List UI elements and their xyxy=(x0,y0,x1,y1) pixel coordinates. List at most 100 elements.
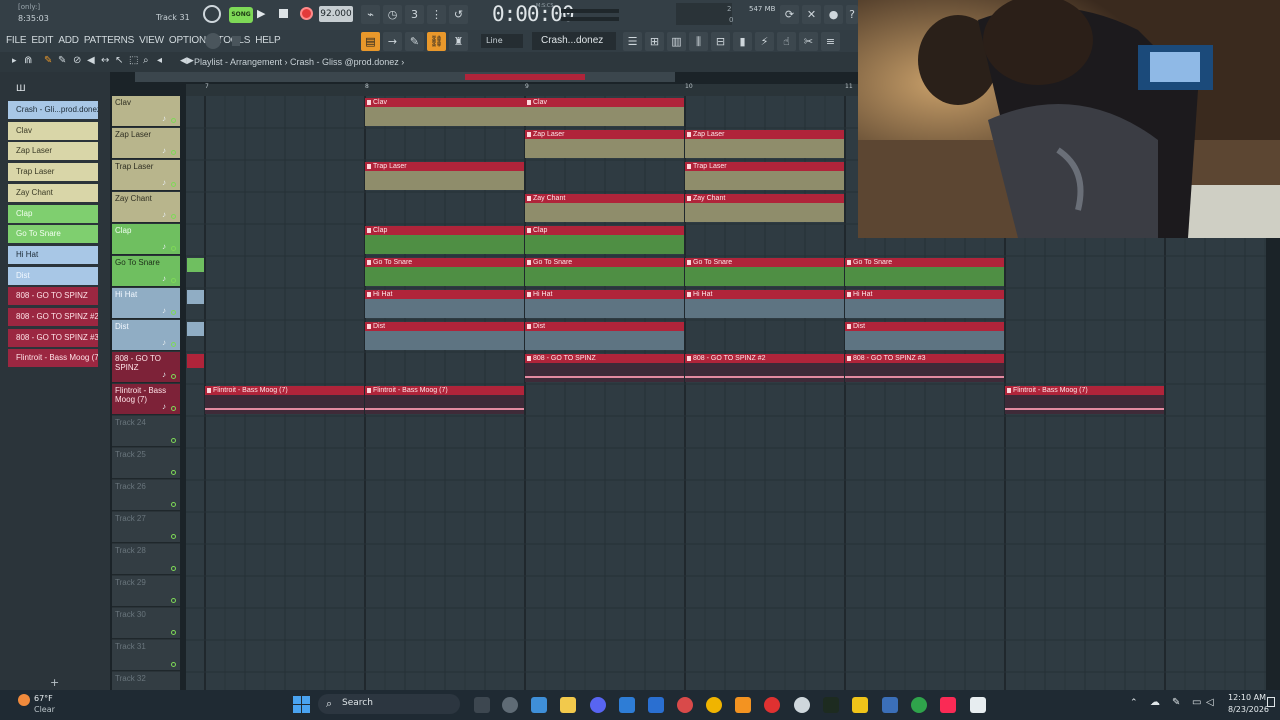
mail-icon[interactable] xyxy=(619,697,635,713)
picker-item[interactable]: 808 - GO TO SPINZ #2 xyxy=(8,308,98,326)
draw-tool-icon[interactable]: ✎ xyxy=(44,55,52,66)
pattern-clip[interactable]: Zay Chant xyxy=(525,194,684,222)
slice-tool-icon[interactable]: ↖ xyxy=(115,55,123,66)
file-explorer-icon[interactable] xyxy=(560,697,576,713)
pattern-clip[interactable]: 808 - GO TO SPINZ #2 xyxy=(685,354,844,382)
track-mute-icon[interactable] xyxy=(171,566,176,571)
playlist-icon[interactable]: ☰ xyxy=(623,32,642,51)
track-mute-icon[interactable] xyxy=(171,502,176,507)
picker-item[interactable]: Hi Hat xyxy=(8,245,98,264)
track-mute-icon[interactable] xyxy=(171,630,176,635)
calculator-icon[interactable] xyxy=(882,697,898,713)
track-header[interactable]: Go To Snare ♪ xyxy=(112,256,180,287)
track-mute-icon[interactable] xyxy=(171,246,176,251)
track-mute-icon[interactable] xyxy=(171,438,176,443)
overview-scrollbar[interactable] xyxy=(135,72,675,82)
tray-time[interactable]: 12:10 AM xyxy=(1228,693,1266,702)
pattern-clip[interactable]: Flintroit - Bass Moog (7) xyxy=(205,386,364,414)
track-header[interactable]: Trap Laser ♪ xyxy=(112,160,180,191)
mic-icon[interactable]: ● xyxy=(824,5,843,24)
add-pattern-icon[interactable]: + xyxy=(50,676,59,689)
pitch-knob-icon[interactable] xyxy=(232,36,240,46)
wait-icon[interactable]: ◷ xyxy=(383,5,402,24)
pattern-clip[interactable]: Clav xyxy=(525,98,684,126)
network-tray-icon[interactable]: ☁ xyxy=(1150,697,1160,708)
dist-stub-clip[interactable] xyxy=(187,322,204,336)
metronome-icon[interactable]: ⌁ xyxy=(361,5,380,24)
picker-item[interactable]: Zap Laser xyxy=(8,142,98,161)
picker-item[interactable]: Clav xyxy=(8,121,98,140)
track-header[interactable]: Hi Hat ♪ xyxy=(112,288,180,319)
pattern-clip[interactable]: Clap xyxy=(365,226,524,254)
menu-help[interactable]: HELP xyxy=(255,35,281,46)
picker-item[interactable]: Dist xyxy=(8,266,98,285)
track-mute-icon[interactable] xyxy=(171,118,176,123)
terminal-icon[interactable] xyxy=(823,697,839,713)
channel-rack-icon[interactable]: ⊞ xyxy=(645,32,664,51)
zoom-tool-icon[interactable]: ⌕ xyxy=(143,55,149,66)
pen-tray-icon[interactable]: ✎ xyxy=(1172,697,1180,708)
track-mute-icon[interactable] xyxy=(171,278,176,283)
pattern-clip[interactable]: Hi Hat xyxy=(845,290,1004,318)
song-mode-toggle[interactable]: SONG xyxy=(229,7,253,23)
help-icon[interactable]: ? xyxy=(846,5,858,24)
track-header[interactable]: Zay Chant ♪ xyxy=(112,192,180,223)
defender-icon[interactable] xyxy=(648,697,664,713)
pattern-clip[interactable]: Hi Hat xyxy=(685,290,844,318)
track-header[interactable]: Track 26 xyxy=(112,480,180,511)
track-mute-icon[interactable] xyxy=(171,534,176,539)
weather-icon[interactable] xyxy=(18,694,30,706)
playlist-arrow-icon[interactable]: ◀▶ xyxy=(180,56,194,66)
pattern-clip[interactable]: Go To Snare xyxy=(845,258,1004,286)
mute-tool-icon[interactable]: ◀ xyxy=(87,55,95,66)
discord-icon[interactable] xyxy=(590,697,606,713)
touch-icon[interactable]: ☝ xyxy=(777,32,796,51)
pattern-clip[interactable]: Trap Laser xyxy=(685,162,844,190)
pattern-clip[interactable]: Hi Hat xyxy=(525,290,684,318)
master-pitch-slider[interactable] xyxy=(561,17,619,21)
store-icon[interactable] xyxy=(531,697,547,713)
pencil-icon[interactable]: ✎ xyxy=(405,32,424,51)
pattern-clip[interactable]: 808 - GO TO SPINZ xyxy=(525,354,684,382)
picker-toggle-icon[interactable]: Ш xyxy=(16,84,26,94)
stamp-icon[interactable]: ♜ xyxy=(449,32,468,51)
track-mute-icon[interactable] xyxy=(171,406,176,411)
overview-thumb[interactable] xyxy=(465,74,585,80)
track-header[interactable]: Dist ♪ xyxy=(112,320,180,351)
app-red-icon[interactable] xyxy=(677,697,693,713)
track-header[interactable]: Track 30 xyxy=(112,608,180,639)
pattern-clip[interactable]: 808 - GO TO SPINZ #3 xyxy=(845,354,1004,382)
track-header[interactable]: Track 25 xyxy=(112,448,180,479)
picker-item[interactable]: Crash - Gli...prod.donez xyxy=(8,101,98,119)
picker-item[interactable]: Zay Chant xyxy=(8,183,98,202)
menu-patterns[interactable]: PATTERNS xyxy=(84,35,134,46)
track-header[interactable]: Track 24 xyxy=(112,416,180,447)
picker-item[interactable]: Trap Laser xyxy=(8,163,98,182)
monitor-tray-icon[interactable]: ▭ xyxy=(1192,697,1201,708)
delete-tool-icon[interactable]: ⊘ xyxy=(73,55,81,66)
pattern-clip[interactable]: Zap Laser xyxy=(525,130,684,158)
pattern-song-dial-icon[interactable] xyxy=(203,5,221,23)
menu-view[interactable]: VIEW xyxy=(139,35,164,46)
clipboard-icon[interactable]: ▮ xyxy=(733,32,752,51)
picker-item[interactable]: 808 - GO TO SPINZ xyxy=(8,287,98,306)
snare-stub-clip[interactable] xyxy=(187,258,204,272)
track-header[interactable]: Track 29 xyxy=(112,576,180,607)
plugin-icon[interactable]: ⚡ xyxy=(755,32,774,51)
track-header[interactable]: 808 - GO TO SPINZ ♪ xyxy=(112,352,180,383)
track-header[interactable]: Track 27 xyxy=(112,512,180,543)
step-edit-icon[interactable]: ⋮ xyxy=(427,5,446,24)
track-mute-icon[interactable] xyxy=(171,470,176,475)
main-clock[interactable]: 0:00:00 xyxy=(492,2,575,26)
picker-item[interactable]: Flintroit - Bass Moog (7) xyxy=(8,349,98,368)
master-volume-slider[interactable] xyxy=(561,9,619,13)
pattern-clip[interactable]: Dist xyxy=(365,322,524,350)
weather-desc[interactable]: Clear xyxy=(34,705,55,714)
playback-tool-icon[interactable]: ◂ xyxy=(157,55,162,66)
mixer-icon[interactable]: ⫼ xyxy=(689,32,708,51)
countdown-icon[interactable]: 3 xyxy=(405,5,424,24)
pattern-selector[interactable]: Crash...donez xyxy=(532,32,616,50)
menu-add[interactable]: ADD xyxy=(58,35,79,46)
task-view-icon[interactable] xyxy=(474,697,490,713)
track-header[interactable]: Zap Laser ♪ xyxy=(112,128,180,159)
